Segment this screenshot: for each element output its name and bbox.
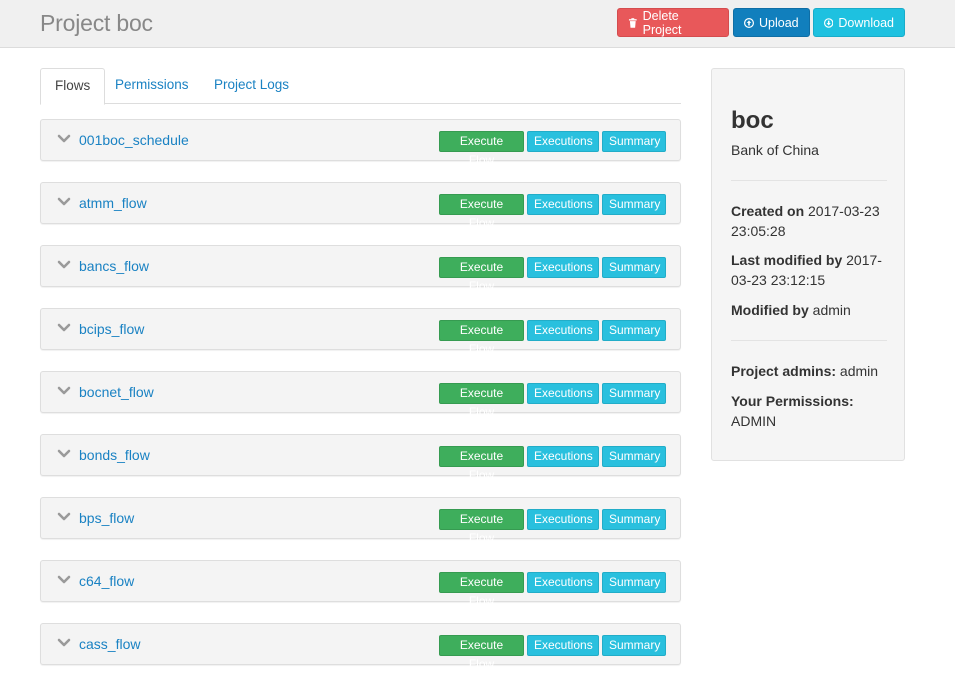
upload-label: Upload <box>759 15 799 30</box>
execute-flow-button[interactable]: Execute Flow <box>439 131 524 167</box>
flow-row: atmm_flow Execute Flow Executions Summary <box>40 182 681 230</box>
execute-flow-button[interactable]: Execute Flow <box>439 509 524 545</box>
execute-flow-button[interactable]: Execute Flow <box>439 257 524 293</box>
tab-project-logs[interactable]: Project Logs <box>200 68 303 104</box>
executions-button[interactable]: Executions <box>527 635 599 656</box>
created-on-label: Created on <box>731 203 805 219</box>
flow-name-link[interactable]: bps_flow <box>79 510 134 526</box>
project-info-panel: boc Bank of China Created on 2017-03-23 … <box>711 68 905 461</box>
page-title: Project boc <box>40 10 153 36</box>
executions-button[interactable]: Executions <box>527 194 599 215</box>
chevron-down-icon[interactable] <box>57 132 71 146</box>
summary-button[interactable]: Summary <box>602 383 666 404</box>
chevron-down-icon[interactable] <box>57 447 71 461</box>
project-name: boc <box>731 107 774 134</box>
summary-button[interactable]: Summary <box>602 509 666 530</box>
upload-icon <box>744 17 754 28</box>
chevron-down-icon[interactable] <box>57 321 71 335</box>
chevron-down-icon[interactable] <box>57 636 71 650</box>
your-permissions: Your Permissions: ADMIN <box>731 391 896 431</box>
flow-row: bonds_flow Execute Flow Executions Summary <box>40 434 681 482</box>
flow-row: bancs_flow Execute Flow Executions Summary <box>40 245 681 293</box>
modified-by: Modified by admin <box>731 300 896 320</box>
executions-button[interactable]: Executions <box>527 509 599 530</box>
summary-button[interactable]: Summary <box>602 635 666 656</box>
summary-button[interactable]: Summary <box>602 131 666 152</box>
download-icon <box>824 17 834 28</box>
divider <box>731 340 887 341</box>
upload-button[interactable]: Upload <box>733 8 810 37</box>
execute-flow-button[interactable]: Execute Flow <box>439 572 524 608</box>
flow-name-link[interactable]: bcips_flow <box>79 321 144 337</box>
chevron-down-icon[interactable] <box>57 510 71 524</box>
chevron-down-icon[interactable] <box>57 258 71 272</box>
page-header: Project boc Delete Project Upload Downlo… <box>0 0 955 48</box>
created-on: Created on 2017-03-23 23:05:28 <box>731 201 896 241</box>
summary-button[interactable]: Summary <box>602 194 666 215</box>
project-tabs: Flows Permissions Project Logs <box>40 68 681 105</box>
project-admins-value: admin <box>839 363 879 379</box>
executions-button[interactable]: Executions <box>527 446 599 467</box>
flow-name-link[interactable]: bocnet_flow <box>79 384 154 400</box>
flow-row: bps_flow Execute Flow Executions Summary <box>40 497 681 545</box>
delete-project-button[interactable]: Delete Project <box>617 8 729 37</box>
download-label: Download <box>838 15 894 30</box>
executions-button[interactable]: Executions <box>527 383 599 404</box>
flow-row: 001boc_schedule Execute Flow Executions Sum… <box>40 119 681 167</box>
flow-name-link[interactable]: cass_flow <box>79 636 140 652</box>
tab-permissions[interactable]: Permissions <box>101 68 203 104</box>
execute-flow-button[interactable]: Execute Flow <box>439 635 524 671</box>
modified-by-label: Modified by <box>731 302 809 318</box>
tab-flows[interactable]: Flows <box>40 68 106 105</box>
summary-button[interactable]: Summary <box>602 257 666 278</box>
flow-row: bocnet_flow Execute Flow Executions Summary <box>40 371 681 419</box>
delete-project-label: Delete Project <box>642 8 682 37</box>
chevron-down-icon[interactable] <box>57 384 71 398</box>
flow-name-link[interactable]: 001boc_schedule <box>79 132 189 148</box>
execute-flow-button[interactable]: Execute Flow <box>439 446 524 482</box>
summary-button[interactable]: Summary <box>602 320 666 341</box>
executions-button[interactable]: Executions <box>527 131 599 152</box>
chevron-down-icon[interactable] <box>57 195 71 209</box>
your-permissions-label: Your Permissions: <box>731 393 854 409</box>
flow-row: bcips_flow Execute Flow Executions Summary <box>40 308 681 356</box>
flow-name-link[interactable]: c64_flow <box>79 573 134 589</box>
project-description: Bank of China <box>731 142 819 158</box>
execute-flow-button[interactable]: Execute Flow <box>439 320 524 356</box>
summary-button[interactable]: Summary <box>602 572 666 593</box>
flow-name-link[interactable]: bancs_flow <box>79 258 149 274</box>
executions-button[interactable]: Executions <box>527 257 599 278</box>
last-modified: Last modified by 2017-03-23 23:12:15 <box>731 250 896 290</box>
executions-button[interactable]: Executions <box>527 572 599 593</box>
download-button[interactable]: Download <box>813 8 905 37</box>
flow-row: cass_flow Execute Flow Executions Summary <box>40 623 681 671</box>
modified-by-value: admin <box>812 302 851 318</box>
project-admins: Project admins: admin <box>731 361 896 381</box>
your-permissions-value: ADMIN <box>731 413 777 429</box>
execute-flow-button[interactable]: Execute Flow <box>439 383 524 419</box>
chevron-down-icon[interactable] <box>57 573 71 587</box>
executions-button[interactable]: Executions <box>527 320 599 341</box>
flow-name-link[interactable]: bonds_flow <box>79 447 150 463</box>
trash-icon <box>628 17 637 28</box>
project-admins-label: Project admins: <box>731 363 837 379</box>
divider <box>731 180 887 181</box>
execute-flow-button[interactable]: Execute Flow <box>439 194 524 230</box>
flow-name-link[interactable]: atmm_flow <box>79 195 147 211</box>
last-modified-label: Last modified by <box>731 252 843 268</box>
summary-button[interactable]: Summary <box>602 446 666 467</box>
flow-row: c64_flow Execute Flow Executions Summary <box>40 560 681 608</box>
